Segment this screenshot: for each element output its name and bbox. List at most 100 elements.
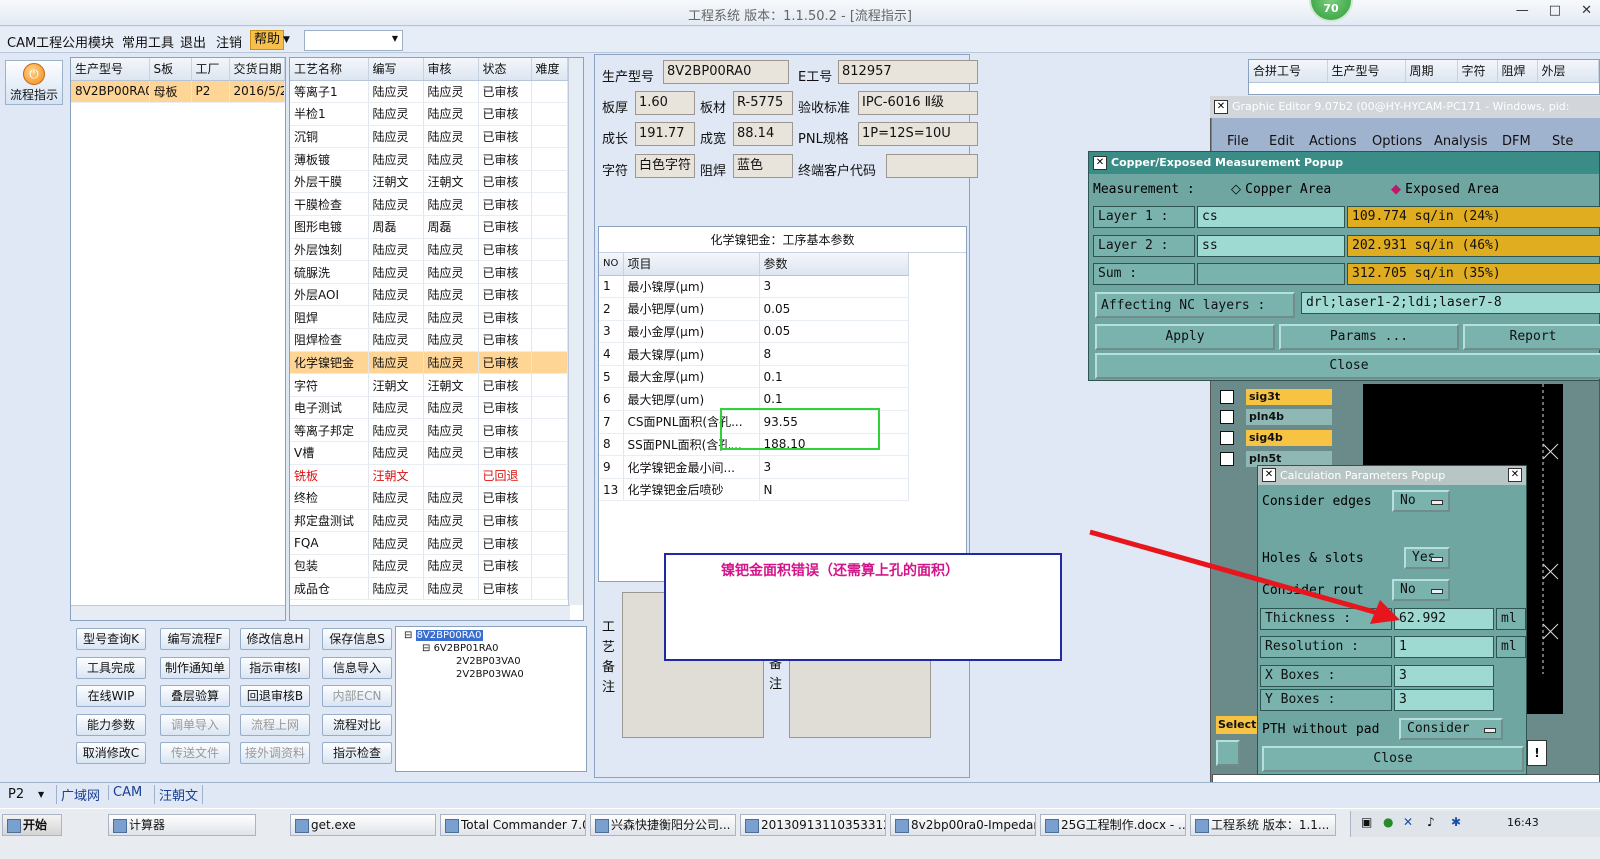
table-row[interactable]: 半检1 陆应灵 陆应灵 已审核 xyxy=(290,102,568,126)
col-header[interactable]: 工艺名称 xyxy=(290,58,369,81)
table-row[interactable]: FQA 陆应灵 陆应灵 已审核 xyxy=(290,531,568,555)
x-icon[interactable]: ✕ xyxy=(1262,468,1276,482)
taskbar-item[interactable]: 25G工程制作.docx - ... xyxy=(1040,814,1186,836)
tree-leaf[interactable]: 2V2BP03VA0 xyxy=(456,656,521,667)
alert-icon[interactable]: ! xyxy=(1527,740,1547,766)
table-row[interactable]: 硫脲洗 陆应灵 陆应灵 已审核 xyxy=(290,260,568,284)
taskbar-item[interactable]: 计算器 xyxy=(108,814,256,836)
tree-leaf[interactable]: 2V2BP03WA0 xyxy=(456,669,524,680)
minimize-icon[interactable]: — xyxy=(1516,3,1529,18)
chevron-down-icon[interactable]: ▼ xyxy=(38,790,44,799)
material-field[interactable]: R-5775 xyxy=(733,91,793,115)
table-row[interactable]: 3 最小金厚(μm) 0.05 xyxy=(599,320,909,344)
col-header[interactable]: 外层 xyxy=(1537,60,1599,83)
menu-cam[interactable]: CAM工程 xyxy=(7,32,62,51)
action-button[interactable]: 流程对比 xyxy=(322,714,392,736)
menu-exit[interactable]: 退出 xyxy=(180,32,206,51)
x-icon[interactable]: ✕ xyxy=(1093,156,1107,170)
x-icon[interactable]: ✕ xyxy=(1214,100,1228,114)
standard-field[interactable]: IPC-6016 Ⅱ级 xyxy=(858,91,978,115)
action-button[interactable]: 取消修改C xyxy=(76,742,146,764)
menu-tools[interactable]: 常用工具 xyxy=(122,32,174,51)
table-row[interactable]: 1 最小镍厚(μm) 3 xyxy=(599,275,909,299)
action-button[interactable]: 内部ECN xyxy=(322,685,392,707)
col-header[interactable]: 编写 xyxy=(368,58,424,81)
table-row[interactable]: 化学镍钯金 陆应灵 陆应灵 已审核 xyxy=(290,351,568,375)
table-row[interactable]: 等离子1 陆应灵 陆应灵 已审核 xyxy=(290,80,568,104)
col-header[interactable]: NO xyxy=(599,253,624,276)
action-button[interactable]: 指示审核I xyxy=(240,657,310,679)
ge-menu-actions[interactable]: Actions xyxy=(1309,134,1357,149)
table-row[interactable]: 2 最小钯厚(um) 0.05 xyxy=(599,297,909,321)
table-row[interactable]: 8V2BP00RA0 母板 P2 2016/5/2 xyxy=(71,80,285,104)
action-button[interactable]: 型号查询K xyxy=(76,628,146,650)
mask-field[interactable]: 蓝色 xyxy=(733,154,793,178)
action-button[interactable]: 制作通知单 xyxy=(160,657,230,679)
tree-node-child[interactable]: ⊟ 6V2BP01RA0 xyxy=(422,643,499,654)
col-header[interactable]: 工厂 xyxy=(191,58,230,81)
horizontal-scrollbar[interactable] xyxy=(290,605,570,620)
layer-row[interactable]: pln4b xyxy=(1216,409,1361,425)
action-button[interactable]: 修改信息H xyxy=(240,628,310,650)
table-row[interactable]: 外层蚀刻 陆应灵 陆应灵 已审核 xyxy=(290,238,568,262)
action-button[interactable]: 流程上网 xyxy=(240,714,310,736)
table-row[interactable]: 铣板 汪朝文 已回退 xyxy=(290,464,568,488)
radio-exposed[interactable]: ◆ Exposed Area xyxy=(1391,182,1499,197)
params-button[interactable]: Params ... xyxy=(1279,324,1459,350)
tray-icon[interactable]: ♪ xyxy=(1427,815,1435,829)
close-icon[interactable]: ✕ xyxy=(1508,468,1522,482)
taskbar-item[interactable]: 8v2bp00ra0-Impedanc... xyxy=(890,814,1036,836)
maximize-icon[interactable]: □ xyxy=(1549,3,1561,18)
menu-public[interactable]: 公用模块 xyxy=(62,32,114,51)
ge-menu-dfm[interactable]: DFM xyxy=(1502,134,1531,149)
col-header[interactable]: 项目 xyxy=(623,253,760,276)
tray-icon[interactable]: ✕ xyxy=(1403,815,1413,829)
horizontal-scrollbar[interactable] xyxy=(71,605,285,620)
table-row[interactable]: 薄板镀 陆应灵 陆应灵 已审核 xyxy=(290,147,568,171)
taskbar-item[interactable]: Total Commander 7.0 ... xyxy=(440,814,586,836)
col-header[interactable]: 字符 xyxy=(1457,60,1498,83)
col-header[interactable]: 参数 xyxy=(759,253,909,276)
layer2-input[interactable]: ss xyxy=(1197,235,1345,257)
tray-icon[interactable]: ▣ xyxy=(1361,815,1372,829)
chevron-down-icon[interactable]: ▼ xyxy=(283,35,290,45)
pth-dropdown[interactable]: Consider xyxy=(1399,718,1503,740)
select-button[interactable]: Select xyxy=(1216,716,1260,734)
taskbar-item[interactable]: get.exe xyxy=(290,814,436,836)
radio-copper[interactable]: ◇ Copper Area xyxy=(1231,182,1331,197)
checkbox-icon[interactable] xyxy=(1220,410,1234,424)
customer-field[interactable] xyxy=(886,154,978,178)
table-row[interactable]: 13 化学镍钯金后喷砂 N xyxy=(599,478,909,502)
pnl-field[interactable]: 1P=12S=10U xyxy=(858,122,978,146)
tool-icon[interactable] xyxy=(1216,740,1240,766)
col-header[interactable]: 难度 xyxy=(531,58,568,81)
taskbar-item[interactable]: 兴森快捷衡阳分公司... xyxy=(590,814,736,836)
taskbar-item[interactable]: 工程系统 版本：1.1... xyxy=(1190,814,1336,836)
table-row[interactable]: 阻焊检查 陆应灵 陆应灵 已审核 xyxy=(290,328,568,352)
table-row[interactable]: 外层AOI 陆应灵 陆应灵 已审核 xyxy=(290,283,568,307)
thickness-input[interactable]: 62.992 xyxy=(1394,608,1494,630)
ge-menu-edit[interactable]: Edit xyxy=(1269,134,1294,149)
table-row[interactable]: 邦定盘测试 陆应灵 陆应灵 已审核 xyxy=(290,509,568,533)
col-header[interactable]: 合拼工号 xyxy=(1249,60,1328,83)
layer1-input[interactable]: cs xyxy=(1197,206,1345,228)
menu-help[interactable]: 帮助 xyxy=(250,30,285,50)
nc-layers-input[interactable]: drl;laser1-2;ldi;laser7-8 xyxy=(1301,292,1600,314)
thickness-field[interactable]: 1.60 xyxy=(635,91,695,115)
action-button[interactable]: 能力参数 xyxy=(76,714,146,736)
report-button[interactable]: Report xyxy=(1463,324,1600,350)
col-header[interactable]: 周期 xyxy=(1405,60,1458,83)
table-row[interactable]: 9 化学镍钯金最小间... 3 xyxy=(599,455,909,479)
taskbar-item[interactable]: 20130913110353312.r... xyxy=(740,814,886,836)
table-row[interactable]: V槽 陆应灵 陆应灵 已审核 xyxy=(290,441,568,465)
col-header[interactable]: 阻焊 xyxy=(1497,60,1538,83)
ge-menu-analysis[interactable]: Analysis xyxy=(1434,134,1488,149)
resolution-input[interactable]: 1 xyxy=(1394,636,1494,658)
action-button[interactable]: 信息导入 xyxy=(322,657,392,679)
checkbox-icon[interactable] xyxy=(1220,452,1234,466)
char-field[interactable]: 白色字符 xyxy=(635,154,695,178)
vertical-scrollbar[interactable] xyxy=(568,58,583,605)
close-button[interactable]: Close xyxy=(1095,353,1600,379)
col-header[interactable]: S板 xyxy=(149,58,192,81)
ge-menu-options[interactable]: Options xyxy=(1372,134,1422,149)
